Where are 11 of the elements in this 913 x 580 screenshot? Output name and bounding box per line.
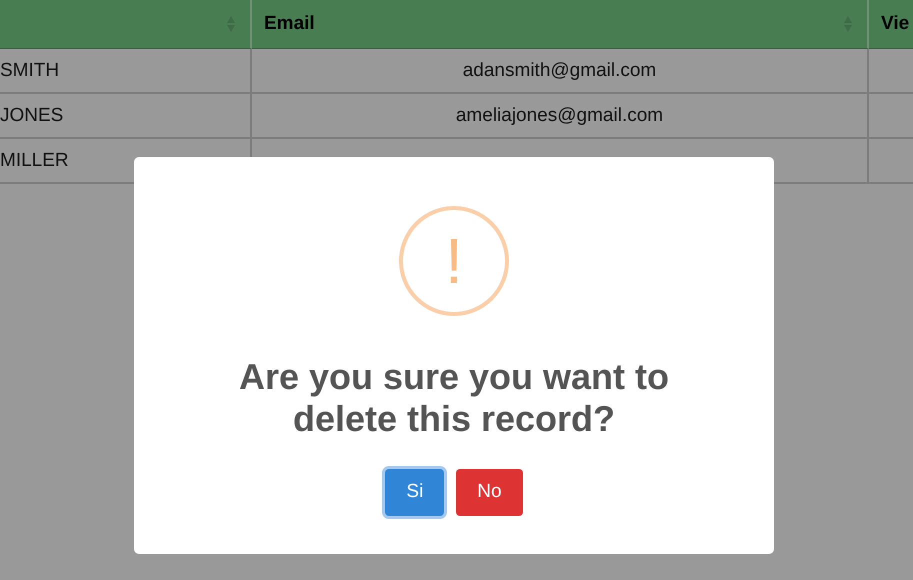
column-header[interactable]: Vie [869,0,913,49]
table-cell: JONES [0,94,252,139]
cancel-button[interactable]: No [456,468,523,516]
column-header[interactable] [0,0,252,49]
table-cell: adansmith@gmail.com [252,49,869,94]
table-cell: SMITH [0,49,252,94]
table-cell: ameliajones@gmail.com [252,94,869,139]
column-header[interactable]: Email [252,0,869,49]
confirm-button[interactable]: Si [385,468,444,516]
warning-icon: ! [399,206,509,316]
dialog-title: Are you sure you want to delete this record? [238,356,670,441]
